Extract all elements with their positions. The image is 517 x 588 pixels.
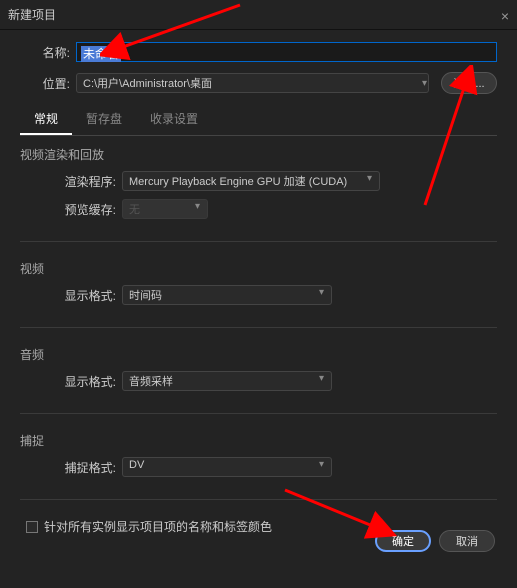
tab-body: 视频渲染和回放 渲染程序: Mercury Playback Engine GP… [20,136,497,545]
section-render: 视频渲染和回放 渲染程序: Mercury Playback Engine GP… [20,146,497,242]
name-row: 名称: 未命名 [20,42,497,62]
dialog-content: 名称: 未命名 位置: C:\用户\Administrator\桌面 浏览...… [0,30,517,545]
footer: 确定 取消 [375,530,495,552]
location-select[interactable]: C:\用户\Administrator\桌面 [76,73,429,93]
location-row: 位置: C:\用户\Administrator\桌面 浏览... [20,72,497,94]
section-render-title: 视频渲染和回放 [20,146,497,163]
preview-select: 无 [122,199,208,219]
section-video: 视频 显示格式: 时间码 [20,260,497,328]
capture-format-label: 捕捉格式: [50,459,116,476]
tab-scratch[interactable]: 暂存盘 [72,104,136,135]
tabs: 常规 暂存盘 收录设置 [20,104,497,136]
dialog-title: 新建项目 [8,6,56,23]
audio-format-select[interactable]: 音频采样 [122,371,332,391]
name-input-value: 未命名 [81,46,121,62]
location-label: 位置: [20,75,70,92]
show-names-label: 针对所有实例显示项目项的名称和标签颜色 [44,518,272,535]
section-audio-title: 音频 [20,346,497,363]
browse-button[interactable]: 浏览... [441,72,497,94]
cancel-button[interactable]: 取消 [439,530,495,552]
section-video-title: 视频 [20,260,497,277]
show-names-checkbox[interactable] [26,521,38,533]
video-format-select[interactable]: 时间码 [122,285,332,305]
section-capture-title: 捕捉 [20,432,497,449]
close-icon[interactable]: × [501,8,509,24]
section-audio: 音频 显示格式: 音频采样 [20,346,497,414]
titlebar: 新建项目 × [0,0,517,30]
audio-format-label: 显示格式: [50,373,116,390]
capture-format-select[interactable]: DV [122,457,332,477]
name-label: 名称: [20,44,70,61]
ok-button[interactable]: 确定 [375,530,431,552]
renderer-select[interactable]: Mercury Playback Engine GPU 加速 (CUDA) [122,171,380,191]
tab-general[interactable]: 常规 [20,104,72,135]
preview-label: 预览缓存: [50,201,116,218]
section-capture: 捕捉 捕捉格式: DV [20,432,497,500]
renderer-label: 渲染程序: [50,173,116,190]
video-format-label: 显示格式: [50,287,116,304]
name-input[interactable]: 未命名 [76,42,497,62]
tab-ingest[interactable]: 收录设置 [136,104,212,135]
